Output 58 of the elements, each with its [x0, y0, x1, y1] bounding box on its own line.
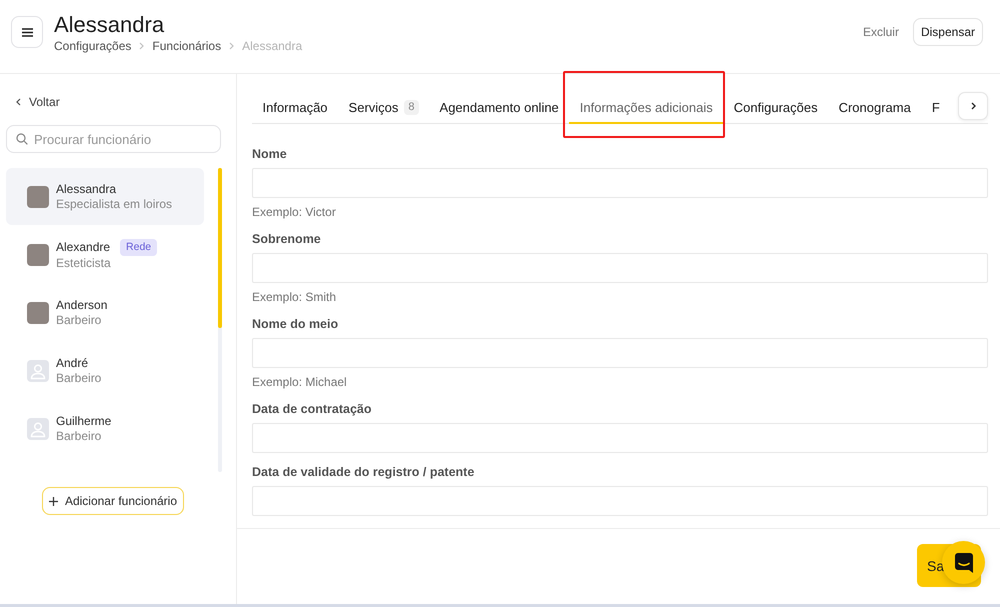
- field-hint: Exemplo: Victor: [252, 204, 337, 220]
- back-link[interactable]: Voltar: [29, 95, 60, 109]
- field-hint: Exemplo: Smith: [252, 289, 338, 305]
- tab[interactable]: Agendamento online: [429, 92, 570, 124]
- chevron-right-icon: [229, 42, 234, 50]
- breadcrumb-item[interactable]: Funcionários: [152, 39, 222, 53]
- search-field[interactable]: Procurar funcionário: [6, 125, 221, 153]
- employee-role: Esteticista: [56, 256, 112, 270]
- tab[interactable]: Configurações: [723, 92, 828, 124]
- photo-placeholder: [27, 302, 49, 324]
- chevron-right-icon: [970, 102, 976, 110]
- tab[interactable]: Serviços 8: [338, 92, 430, 124]
- dismiss-button[interactable]: Dispensar: [912, 18, 983, 46]
- employee-role: Especialista em loiros: [56, 197, 172, 211]
- breadcrumb-item[interactable]: Configurações: [54, 39, 132, 53]
- tab[interactable]: F: [921, 92, 950, 124]
- user-silhouette-icon: [27, 418, 49, 440]
- employee-item[interactable]: Anderson Barbeiro: [6, 284, 204, 341]
- chat-launcher-button[interactable]: [942, 541, 985, 584]
- delete-link[interactable]: Excluir: [862, 25, 899, 39]
- scrollbar-thumb[interactable]: [218, 168, 222, 328]
- field-label: Nome: [252, 146, 288, 162]
- employee-item[interactable]: Alexandre Rede Esteticista: [6, 226, 204, 283]
- field-label: Data de contratação: [252, 401, 372, 417]
- employee-name: Alessandra: [56, 182, 116, 197]
- menu-button[interactable]: [11, 16, 43, 48]
- field-label: Data de validade do registro / patente: [252, 464, 476, 480]
- employee-name: Anderson: [56, 298, 108, 313]
- search-icon: [16, 133, 28, 145]
- chevron-right-icon: [139, 42, 144, 50]
- employee-role: Barbeiro: [56, 371, 102, 385]
- field-label: Sobrenome: [252, 231, 322, 247]
- tab[interactable]: Informações adicionais: [569, 92, 724, 124]
- plus-icon: [48, 496, 58, 506]
- add-employee-button[interactable]: Adicionar funcionário: [42, 487, 184, 515]
- chat-icon: [954, 552, 972, 572]
- employee-role: Barbeiro: [56, 429, 102, 443]
- employee-name: Alexandre: [56, 240, 110, 255]
- scroll-right-button[interactable]: [958, 92, 988, 120]
- user-silhouette-icon: [27, 360, 49, 382]
- employee-name: Guilherme: [56, 414, 112, 429]
- count-badge: 8: [404, 100, 419, 114]
- employee-item[interactable]: Alessandra Especialista em loiros: [6, 168, 204, 225]
- employee-item[interactable]: André Barbeiro: [6, 342, 204, 399]
- network-badge: Rede: [120, 239, 158, 256]
- photo-placeholder: [27, 244, 49, 266]
- breadcrumb-item: Alessandra: [242, 39, 302, 53]
- tab[interactable]: Informação: [252, 92, 338, 124]
- field-label: Nome do meio: [252, 316, 340, 332]
- menu-icon: [22, 28, 32, 36]
- chevron-left-icon[interactable]: [16, 98, 21, 106]
- page-title: Alessandra: [54, 12, 166, 38]
- field-hint: Exemplo: Michael: [252, 374, 348, 390]
- employee-item[interactable]: Guilherme Barbeiro: [6, 400, 204, 457]
- employee-name: André: [56, 356, 88, 371]
- employee-role: Barbeiro: [56, 313, 102, 327]
- tab[interactable]: Cronograma: [828, 92, 922, 124]
- photo-placeholder: [27, 186, 49, 208]
